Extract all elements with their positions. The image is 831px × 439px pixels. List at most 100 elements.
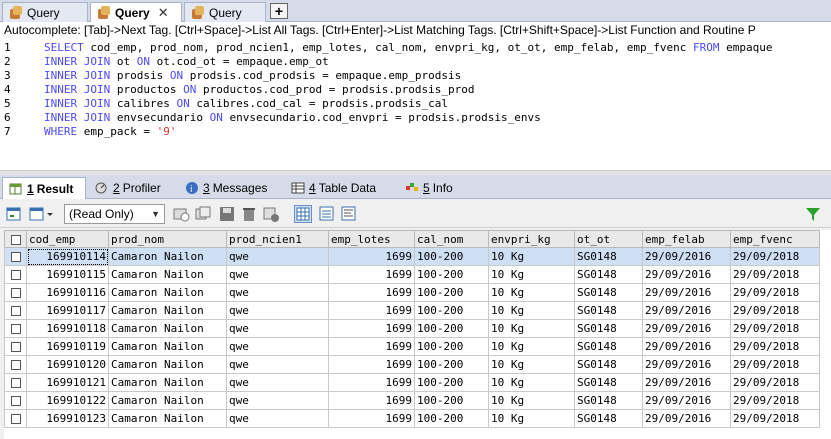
cell-cal-nom[interactable]: 100-200 [414, 301, 489, 320]
cell-cal-nom[interactable]: 100-200 [414, 355, 489, 374]
cell-emp-fvenc[interactable]: 29/09/2018 [730, 283, 820, 302]
cell-cal-nom[interactable]: 100-200 [414, 391, 489, 410]
cell-prod-ncien1[interactable]: qwe [226, 391, 329, 410]
cell-ot-ot[interactable]: SG0148 [574, 265, 643, 284]
cell-prod-ncien1[interactable]: qwe [226, 247, 329, 266]
cell-cod-emp[interactable]: 169910115 [26, 265, 109, 284]
cell-emp-fvenc[interactable]: 29/09/2018 [730, 337, 820, 356]
cell-envpri-kg[interactable]: 10 Kg [488, 265, 575, 284]
table-row[interactable]: 169910118 Camaron Nailon qwe 1699 100-200 10 … [4, 319, 820, 338]
cell-cal-nom[interactable]: 100-200 [414, 409, 489, 428]
cell-ot-ot[interactable]: SG0148 [574, 301, 643, 320]
cell-prod-nom[interactable]: Camaron Nailon [108, 247, 227, 266]
cell-ot-ot[interactable]: SG0148 [574, 409, 643, 428]
cell-emp-fvenc[interactable]: 29/09/2018 [730, 391, 820, 410]
cell-emp-lotes[interactable]: 1699 [328, 409, 415, 428]
cell-ot-ot[interactable]: SG0148 [574, 247, 643, 266]
cell-emp-fvenc[interactable]: 29/09/2018 [730, 247, 820, 266]
cell-emp-lotes[interactable]: 1699 [328, 373, 415, 392]
cell-cal-nom[interactable]: 100-200 [414, 373, 489, 392]
table-row[interactable]: 169910115 Camaron Nailon qwe 1699 100-200 10 … [4, 265, 820, 284]
cell-emp-lotes[interactable]: 1699 [328, 319, 415, 338]
row-checkbox[interactable] [4, 265, 27, 284]
cell-cod-emp[interactable]: 169910118 [26, 319, 109, 338]
grid-mode-dropdown-icon[interactable] [28, 205, 54, 223]
select-all-checkbox[interactable] [4, 230, 27, 248]
column-header-cal-nom[interactable]: cal_nom [414, 230, 489, 248]
cell-emp-felab[interactable]: 29/09/2016 [642, 301, 731, 320]
cell-emp-fvenc[interactable]: 29/09/2018 [730, 355, 820, 374]
column-header-ot-ot[interactable]: ot_ot [574, 230, 643, 248]
cell-prod-nom[interactable]: Camaron Nailon [108, 283, 227, 302]
cell-cal-nom[interactable]: 100-200 [414, 265, 489, 284]
column-header-emp-fvenc[interactable]: emp_fvenc [730, 230, 820, 248]
cell-emp-fvenc[interactable]: 29/09/2018 [730, 301, 820, 320]
cell-cod-emp[interactable]: 169910123 [26, 409, 109, 428]
cell-cod-emp[interactable]: 169910121 [26, 373, 109, 392]
cell-prod-ncien1[interactable]: qwe [226, 355, 329, 374]
table-row[interactable]: 169910117 Camaron Nailon qwe 1699 100-200 10 … [4, 301, 820, 320]
row-checkbox[interactable] [4, 355, 27, 374]
cell-ot-ot[interactable]: SG0148 [574, 337, 643, 356]
table-row[interactable]: 169910119 Camaron Nailon qwe 1699 100-200 10 … [4, 337, 820, 356]
cell-envpri-kg[interactable]: 10 Kg [488, 409, 575, 428]
cell-cod-emp[interactable]: 169910117 [26, 301, 109, 320]
column-header-emp-lotes[interactable]: emp_lotes [328, 230, 415, 248]
cell-ot-ot[interactable]: SG0148 [574, 373, 643, 392]
column-header-prod-ncien1[interactable]: prod_ncien1 [226, 230, 329, 248]
cell-envpri-kg[interactable]: 10 Kg [488, 337, 575, 356]
cell-emp-felab[interactable]: 29/09/2016 [642, 337, 731, 356]
cell-prod-ncien1[interactable]: qwe [226, 337, 329, 356]
cell-emp-felab[interactable]: 29/09/2016 [642, 355, 731, 374]
cell-cod-emp[interactable]: 169910116 [26, 283, 109, 302]
cell-cal-nom[interactable]: 100-200 [414, 283, 489, 302]
cell-ot-ot[interactable]: SG0148 [574, 391, 643, 410]
cell-prod-nom[interactable]: Camaron Nailon [108, 265, 227, 284]
column-header-envpri-kg[interactable]: envpri_kg [488, 230, 575, 248]
cell-envpri-kg[interactable]: 10 Kg [488, 391, 575, 410]
tab-profiler[interactable]: 2 Profiler [88, 177, 174, 199]
cell-ot-ot[interactable]: SG0148 [574, 355, 643, 374]
row-checkbox[interactable] [4, 319, 27, 338]
tab-messages[interactable]: i 3 Messages [178, 177, 280, 199]
query-tab-2[interactable]: Query ✕ [90, 2, 182, 23]
row-checkbox[interactable] [4, 409, 27, 428]
cell-envpri-kg[interactable]: 10 Kg [488, 247, 575, 266]
cell-prod-nom[interactable]: Camaron Nailon [108, 373, 227, 392]
row-checkbox[interactable] [4, 301, 27, 320]
column-header-cod-emp[interactable]: cod_emp [26, 230, 109, 248]
cell-emp-lotes[interactable]: 1699 [328, 337, 415, 356]
cell-emp-lotes[interactable]: 1699 [328, 391, 415, 410]
cell-ot-ot[interactable]: SG0148 [574, 319, 643, 338]
cell-envpri-kg[interactable]: 10 Kg [488, 283, 575, 302]
table-row[interactable]: 169910122 Camaron Nailon qwe 1699 100-200 10 … [4, 391, 820, 410]
read-only-select[interactable]: (Read Only) ▼ [64, 204, 165, 224]
cell-emp-felab[interactable]: 29/09/2016 [642, 319, 731, 338]
cell-prod-nom[interactable]: Camaron Nailon [108, 355, 227, 374]
cell-emp-felab[interactable]: 29/09/2016 [642, 391, 731, 410]
query-tab-1[interactable]: Query [2, 2, 88, 22]
cell-emp-lotes[interactable]: 1699 [328, 247, 415, 266]
row-checkbox[interactable] [4, 283, 27, 302]
cell-cod-emp[interactable]: 169910122 [26, 391, 109, 410]
cell-emp-fvenc[interactable]: 29/09/2018 [730, 373, 820, 392]
add-tab-button[interactable]: + [270, 3, 288, 19]
cell-emp-lotes[interactable]: 1699 [328, 283, 415, 302]
cell-emp-felab[interactable]: 29/09/2016 [642, 409, 731, 428]
cell-prod-nom[interactable]: Camaron Nailon [108, 319, 227, 338]
close-tab-icon[interactable]: ✕ [158, 5, 169, 21]
cell-prod-ncien1[interactable]: qwe [226, 301, 329, 320]
table-row[interactable]: 169910114 Camaron Nailon qwe 1699 100-200 10 … [4, 247, 820, 266]
cell-prod-nom[interactable]: Camaron Nailon [108, 391, 227, 410]
table-row[interactable]: 169910116 Camaron Nailon qwe 1699 100-200 10 … [4, 283, 820, 302]
cell-prod-nom[interactable]: Camaron Nailon [108, 409, 227, 428]
tab-info[interactable]: 5 Info [398, 177, 464, 199]
cell-cal-nom[interactable]: 100-200 [414, 319, 489, 338]
cell-emp-fvenc[interactable]: 29/09/2018 [730, 319, 820, 338]
cell-emp-lotes[interactable]: 1699 [328, 265, 415, 284]
cell-prod-nom[interactable]: Camaron Nailon [108, 337, 227, 356]
cell-prod-ncien1[interactable]: qwe [226, 409, 329, 428]
cell-cal-nom[interactable]: 100-200 [414, 337, 489, 356]
tab-result[interactable]: 1 Result [2, 177, 86, 199]
grid-view-icon[interactable] [294, 205, 312, 223]
